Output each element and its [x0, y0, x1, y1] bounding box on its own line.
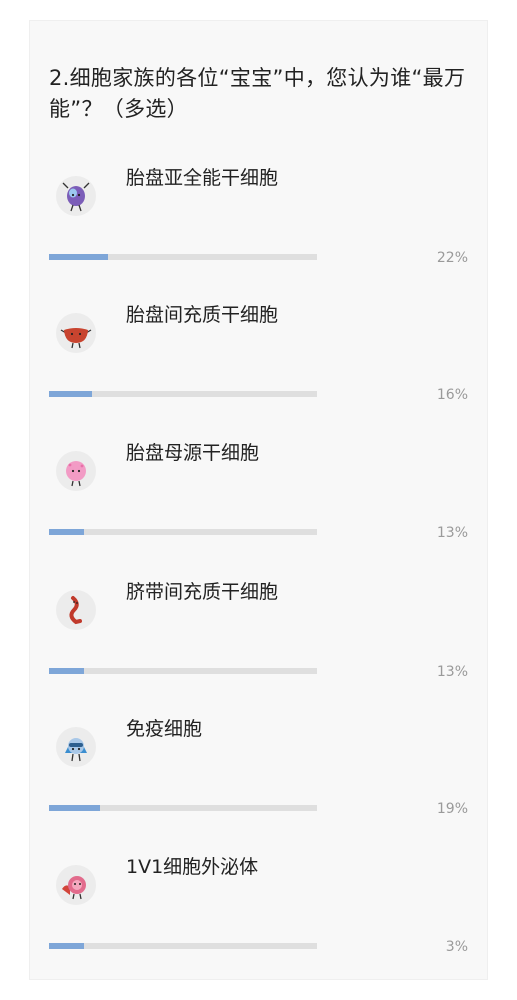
- option-item: 脐带间充质干细胞 13%: [30, 578, 489, 698]
- progress-track: [49, 943, 317, 949]
- option-label: 胎盘母源干细胞: [126, 442, 260, 464]
- percent-label: 13%: [436, 664, 468, 680]
- option-label: 脐带间充质干细胞: [126, 581, 279, 603]
- progress-fill: [49, 668, 84, 674]
- blue-cell-mascot-icon: [56, 176, 96, 216]
- option-item: 胎盘间充质干细胞 16%: [30, 301, 489, 421]
- pink-cell-mascot-icon: [56, 451, 96, 491]
- progress-track: [49, 805, 317, 811]
- progress-track: [49, 668, 317, 674]
- percent-label: 22%: [436, 250, 468, 266]
- option-item: 免疫细胞 19%: [30, 715, 489, 835]
- progress-fill: [49, 529, 84, 535]
- option-item: 1V1细胞外泌体 3%: [30, 853, 489, 973]
- percent-label: 16%: [436, 387, 468, 403]
- survey-result-card: 2.细胞家族的各位“宝宝”中，您认为谁“最万能”？（多选） 胎盘亚全能干细胞 2…: [29, 20, 488, 980]
- option-item: 胎盘亚全能干细胞 22%: [30, 164, 489, 284]
- option-label: 胎盘亚全能干细胞: [126, 167, 279, 189]
- red-placenta-mascot-icon: [56, 313, 96, 353]
- percent-label: 19%: [436, 801, 468, 817]
- option-label: 免疫细胞: [126, 718, 203, 740]
- progress-track: [49, 391, 317, 397]
- umbilical-cord-mascot-icon: [56, 590, 96, 630]
- exosome-mascot-icon: [56, 865, 96, 905]
- option-label: 胎盘间充质干细胞: [126, 304, 279, 326]
- immune-cell-mascot-icon: [56, 727, 96, 767]
- percent-label: 3%: [445, 939, 468, 955]
- progress-fill: [49, 805, 100, 811]
- progress-track: [49, 529, 317, 535]
- option-item: 胎盘母源干细胞 13%: [30, 439, 489, 559]
- progress-fill: [49, 391, 92, 397]
- progress-fill: [49, 254, 108, 260]
- option-label: 1V1细胞外泌体: [126, 856, 259, 878]
- progress-fill: [49, 943, 84, 949]
- progress-track: [49, 254, 317, 260]
- percent-label: 13%: [436, 525, 468, 541]
- question-title: 2.细胞家族的各位“宝宝”中，您认为谁“最万能”？（多选）: [49, 66, 466, 121]
